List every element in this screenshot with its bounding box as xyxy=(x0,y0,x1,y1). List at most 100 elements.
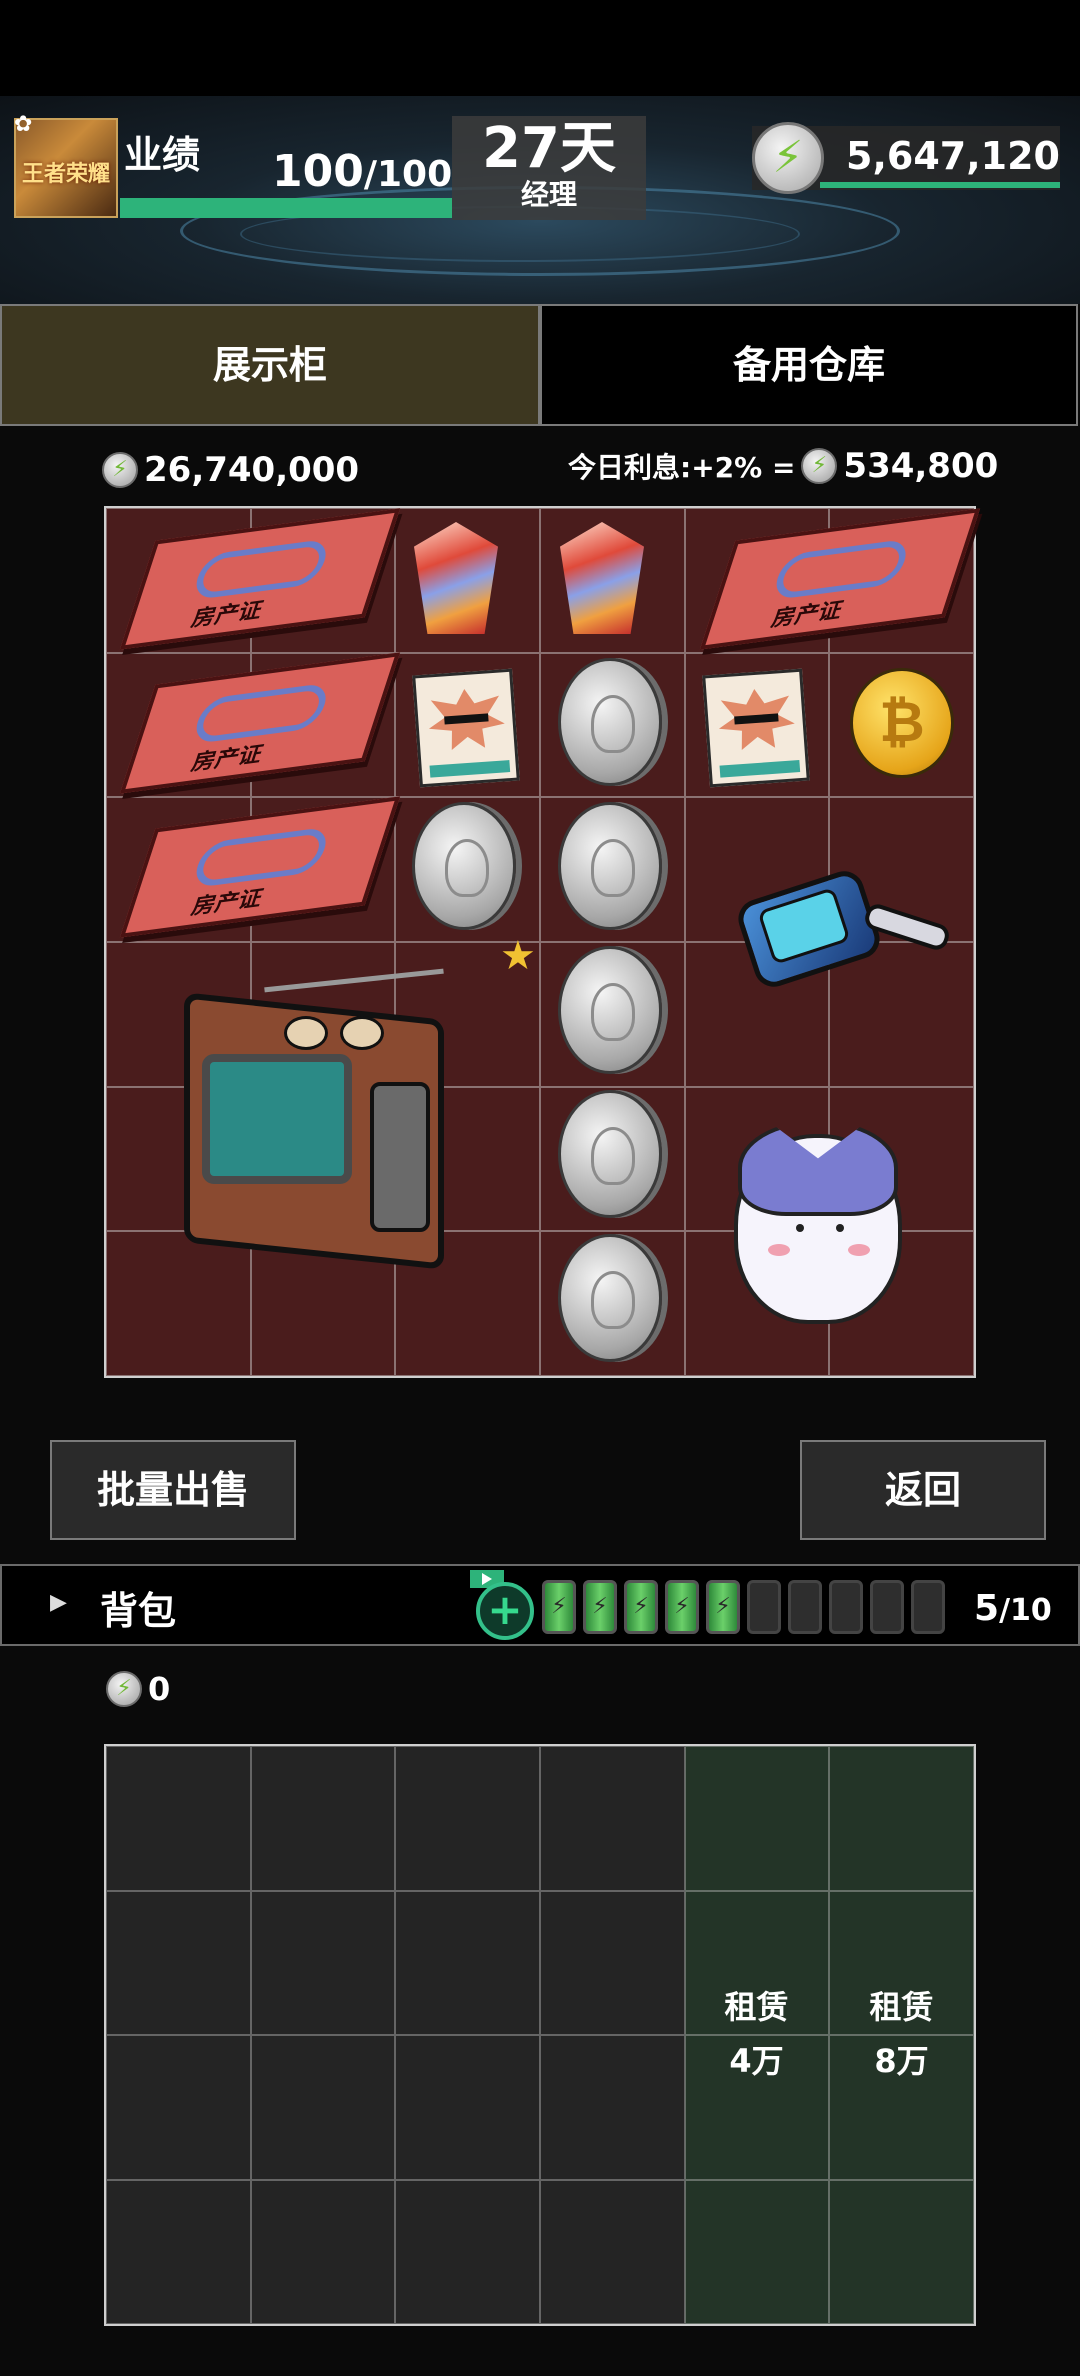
performance-label: 业绩 xyxy=(124,133,201,177)
backpack-count-total: /10 xyxy=(999,1593,1052,1628)
tab-showcase[interactable]: 展示柜 xyxy=(0,304,540,426)
rent-cell[interactable] xyxy=(684,1746,830,1891)
meta-logo-icon xyxy=(190,538,332,601)
tv-knob xyxy=(340,1016,384,1050)
tab-warehouse[interactable]: 备用仓库 xyxy=(540,304,1078,426)
penguin-emblem-icon xyxy=(591,1127,635,1185)
backpack-cell[interactable] xyxy=(395,2179,540,2324)
meta-logo-icon xyxy=(190,826,332,889)
penguin-emblem-icon xyxy=(445,839,489,897)
back-button[interactable]: 返回 xyxy=(800,1440,1046,1540)
backpack-cell[interactable] xyxy=(395,1746,540,1891)
battery-empty-icon xyxy=(747,1580,781,1634)
backpack-cell[interactable] xyxy=(250,1890,396,2035)
penguin-emblem-icon xyxy=(591,1271,635,1329)
backpack-cell[interactable] xyxy=(540,1890,685,2035)
backpack-count: 5/10 xyxy=(974,1588,1052,1629)
performance-current: 100 xyxy=(272,146,364,197)
deed-text: 房产证 xyxy=(188,598,266,633)
cat-plush-item[interactable] xyxy=(716,1090,916,1330)
rent-slot-label[interactable]: 租赁 4万 xyxy=(684,1980,829,2088)
energy-coin-icon: ⚡ xyxy=(752,122,824,194)
card-ribbon xyxy=(429,760,511,778)
bulk-sell-button[interactable]: 批量出售 xyxy=(50,1440,296,1540)
backpack-cell[interactable] xyxy=(250,2179,396,2324)
cat-eye xyxy=(836,1224,844,1232)
daily-interest: 今日利息:+2% = ⚡ 534,800 xyxy=(568,446,998,486)
silver-coin-item[interactable] xyxy=(558,658,662,786)
retro-tv-item[interactable] xyxy=(144,968,490,1308)
silver-coin-item[interactable] xyxy=(412,802,516,930)
battery-empty-icon xyxy=(870,1580,904,1634)
backpack-cell[interactable] xyxy=(540,2035,685,2180)
settings-icon[interactable]: ✿ xyxy=(14,112,40,138)
rent-price: 8万 xyxy=(874,2042,929,2080)
battery-empty-icon xyxy=(829,1580,863,1634)
backpack-cell[interactable] xyxy=(395,2035,540,2180)
rank-title: 经理 xyxy=(520,178,577,211)
rent-cell[interactable] xyxy=(829,2179,974,2324)
tab-bar: 展示柜 备用仓库 xyxy=(0,304,1080,426)
backpack-cell[interactable] xyxy=(250,2035,396,2180)
rent-label-text: 租赁 xyxy=(869,1988,934,2026)
expand-arrow-icon[interactable]: ▶ xyxy=(50,1588,67,1618)
robot-drone-item[interactable] xyxy=(694,854,954,1004)
rent-slot-label[interactable]: 租赁 8万 xyxy=(829,1980,974,2088)
card-ribbon xyxy=(719,760,801,778)
battery-empty-icon xyxy=(911,1580,945,1634)
performance-max: /100 xyxy=(363,154,453,195)
day-panel: 27天 经理 xyxy=(452,116,646,220)
deed-text: 房产证 xyxy=(188,886,266,921)
coin-underline xyxy=(820,182,1060,188)
add-slot-button[interactable]: + xyxy=(476,1582,534,1640)
battery-full-icon: ⚡ xyxy=(542,1580,576,1634)
silver-coin-item[interactable] xyxy=(558,1090,662,1218)
coin-balance: 5,647,120 xyxy=(846,134,1060,178)
performance-value: 100/100 xyxy=(272,146,452,197)
congratulation-card-item[interactable] xyxy=(702,668,810,788)
backpack-cell[interactable] xyxy=(106,2035,251,2180)
bitcoin-item[interactable]: ₿ xyxy=(850,668,954,778)
logo-text: 王者荣耀 xyxy=(21,162,110,187)
cat-blush xyxy=(768,1244,790,1256)
performance-progress-fill xyxy=(120,198,452,218)
battery-full-icon: ⚡ xyxy=(624,1580,658,1634)
battery-full-icon: ⚡ xyxy=(665,1580,699,1634)
congratulation-card-item[interactable] xyxy=(412,668,520,788)
tv-screen xyxy=(202,1054,352,1184)
penguin-emblem-icon xyxy=(591,983,635,1041)
rent-cell[interactable] xyxy=(829,1746,974,1891)
deed-text: 房产证 xyxy=(188,742,266,777)
backpack-title: 背包 xyxy=(100,1589,177,1633)
rent-label-text: 租赁 xyxy=(724,1988,789,2026)
energy-coin-icon: ⚡ xyxy=(106,1671,142,1707)
silver-coin-item[interactable] xyxy=(558,802,662,930)
rent-price: 4万 xyxy=(729,2042,784,2080)
cat-eye xyxy=(796,1224,804,1232)
interest-amount: 534,800 xyxy=(843,446,999,486)
backpack-cell[interactable] xyxy=(395,1890,540,2035)
tv-knob xyxy=(284,1016,328,1050)
energy-coin-icon: ⚡ xyxy=(102,451,138,488)
showcase-total-value: ⚡ 26,740,000 xyxy=(102,448,359,490)
backpack-cell[interactable] xyxy=(106,1890,251,2035)
penguin-emblem-icon xyxy=(591,839,635,897)
backpack-cell[interactable] xyxy=(106,1746,251,1891)
deed-text: 房产证 xyxy=(768,598,846,633)
rent-cell[interactable] xyxy=(684,2179,830,2324)
backpack-value: ⚡ 0 xyxy=(106,1668,170,1708)
backpack-value-amount: 0 xyxy=(148,1670,171,1708)
status-bar xyxy=(0,0,1080,96)
backpack-count-current: 5 xyxy=(974,1588,1000,1629)
silver-coin-item[interactable] xyxy=(558,946,662,1074)
day-count: 27天 xyxy=(482,116,616,181)
performance-progress-bar xyxy=(120,198,452,218)
backpack-cell[interactable] xyxy=(106,2179,251,2324)
backpack-cell[interactable] xyxy=(540,2179,685,2324)
backpack-cell[interactable] xyxy=(540,1746,685,1891)
silver-coin-item[interactable] xyxy=(558,1234,662,1362)
meta-logo-icon xyxy=(190,682,332,745)
battery-full-icon: ⚡ xyxy=(583,1580,617,1634)
interest-label: 今日利息:+2% = xyxy=(568,451,796,484)
backpack-cell[interactable] xyxy=(250,1746,396,1891)
